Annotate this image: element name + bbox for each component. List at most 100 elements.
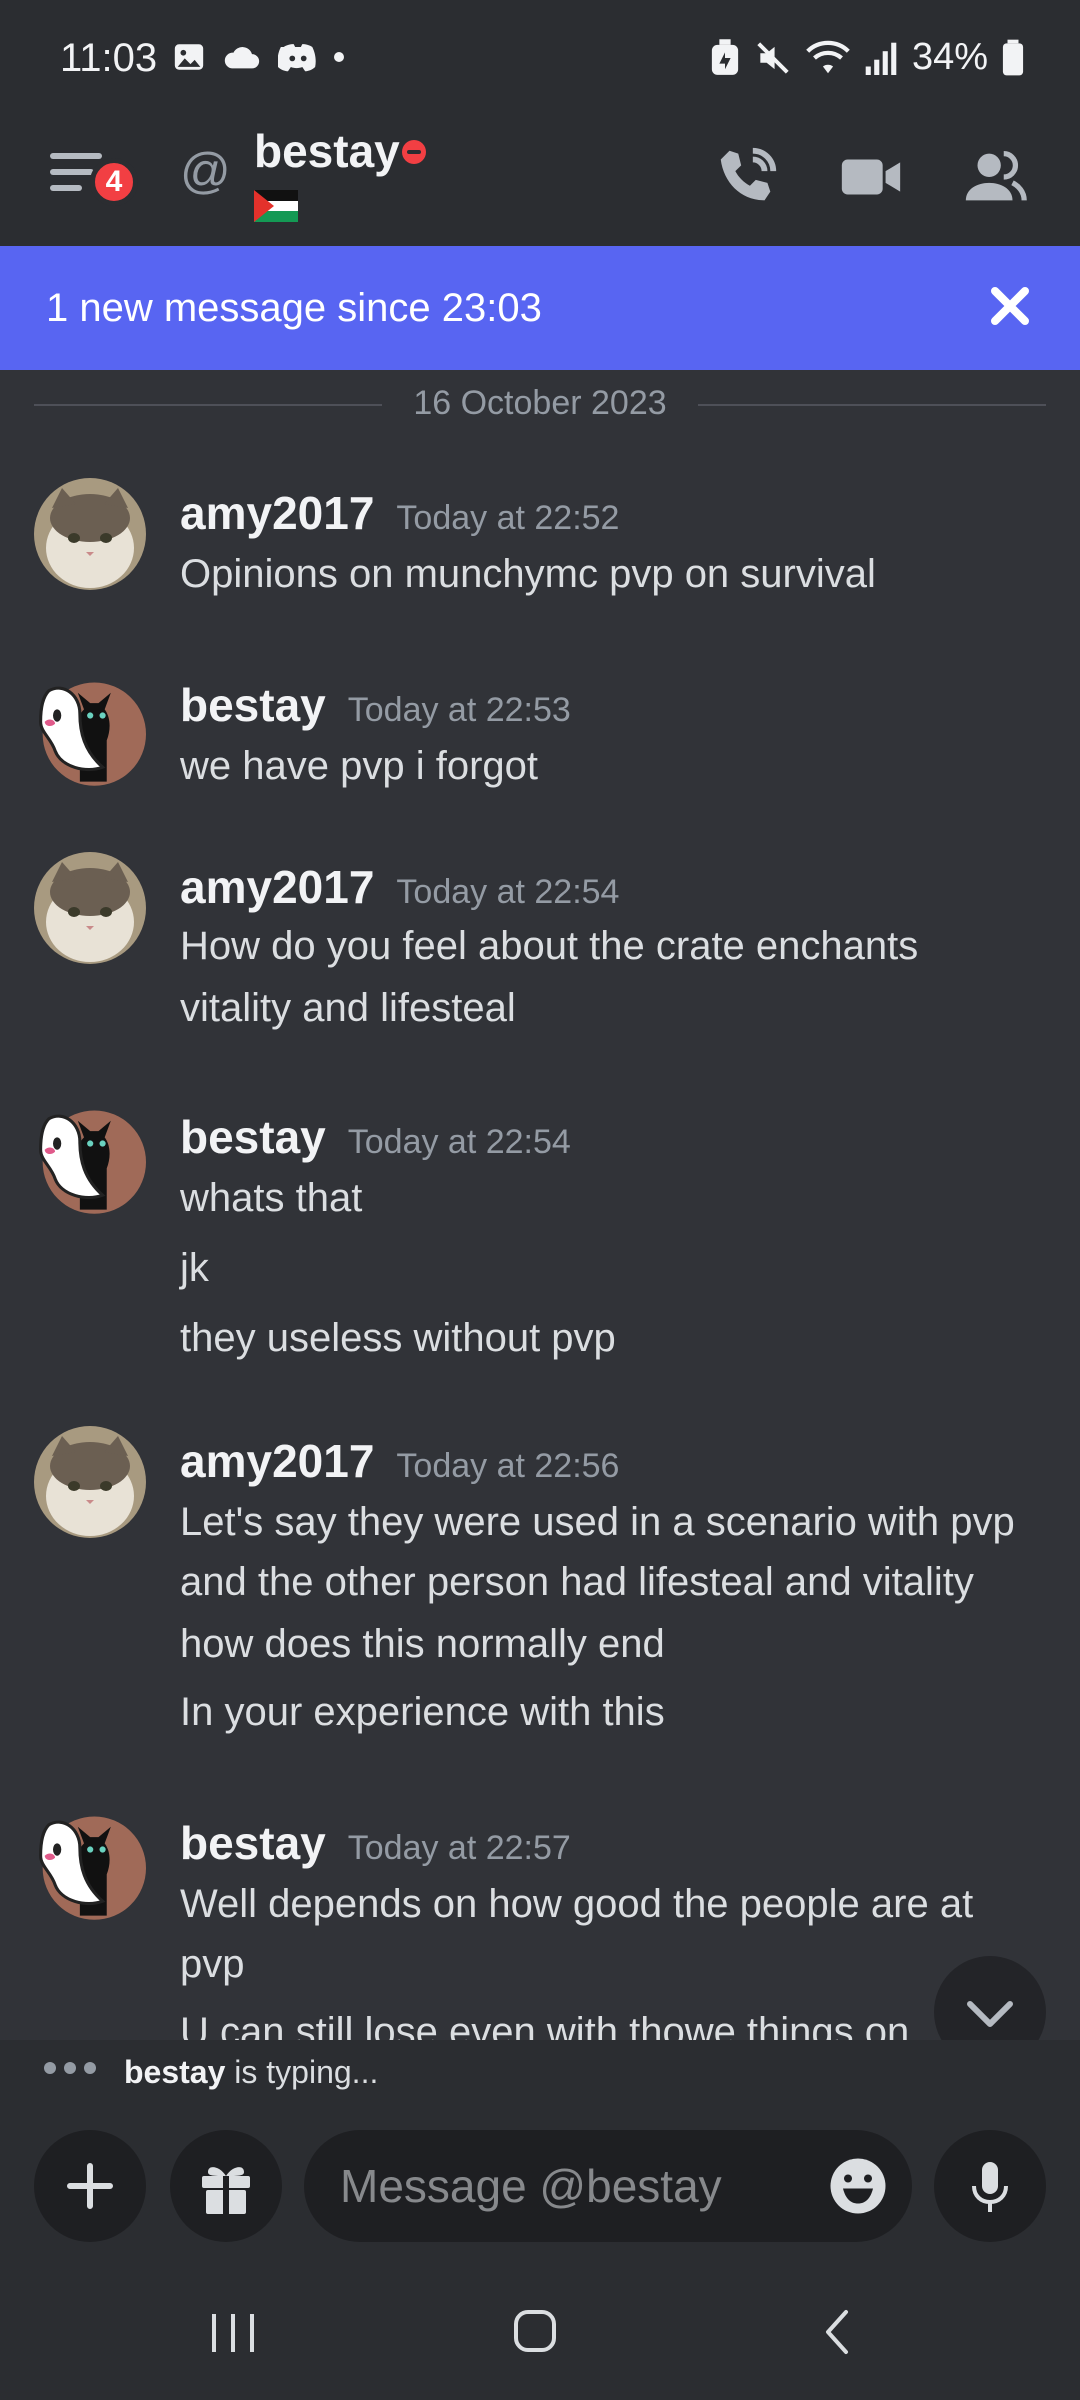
ghost-cat-avatar-image <box>22 1802 146 1926</box>
message-author[interactable]: amy2017 Today at 22:56 <box>180 1434 619 1488</box>
message-timestamp: Today at 22:52 <box>396 499 620 537</box>
author-name[interactable]: bestay <box>180 679 326 731</box>
battery-percent: 34% <box>911 36 988 78</box>
new-messages-banner[interactable]: 1 new message since 23:03 <box>0 246 1080 370</box>
gift-icon <box>202 2167 250 2214</box>
avatar[interactable] <box>22 668 146 792</box>
cat-avatar-image <box>34 478 146 590</box>
message-timestamp: Today at 22:53 <box>347 691 571 729</box>
message-author[interactable]: bestay Today at 22:54 <box>180 1110 571 1164</box>
message-group[interactable]: bestay Today at 22:57 Well depends on how… <box>0 1802 1080 2040</box>
message-composer <box>0 2106 1080 2266</box>
author-name[interactable]: bestay <box>180 1111 326 1163</box>
home-icon <box>514 2310 556 2352</box>
home-button[interactable] <box>500 2302 570 2362</box>
voice-call-button[interactable] <box>712 142 782 212</box>
wifi-icon <box>806 40 850 73</box>
author-name[interactable]: bestay <box>180 1817 326 1869</box>
gallery-icon <box>174 44 204 70</box>
message-text: In your experience with this <box>180 1690 665 1734</box>
message-text: vitality and lifesteal <box>180 986 516 1030</box>
back-icon <box>826 2310 848 2354</box>
cloud-icon <box>224 47 260 69</box>
gift-button[interactable] <box>170 2130 282 2242</box>
message-text: and the other person had lifesteal and v… <box>180 1560 974 1604</box>
smiley-icon <box>830 2158 886 2214</box>
palestine-flag-icon <box>254 190 298 222</box>
members-icon <box>965 151 1027 201</box>
typing-text: bestay is typing... <box>124 2054 378 2091</box>
banner-close-button[interactable] <box>980 276 1040 336</box>
message-text: Well depends on how good the people are … <box>180 1882 974 1926</box>
message-field[interactable] <box>304 2130 912 2242</box>
more-notifications-dot-icon <box>334 52 344 62</box>
cat-avatar-image <box>34 1426 146 1538</box>
message-text: Let's say they were used in a scenario w… <box>180 1500 1015 1544</box>
message-text: Opinions on munchymc pvp on survival <box>180 552 876 596</box>
status-notification-icons <box>172 40 344 74</box>
message-timestamp: Today at 22:57 <box>347 1829 571 1867</box>
video-camera-icon <box>841 159 901 195</box>
typing-user: bestay <box>124 2054 226 2090</box>
typing-indicator: bestay is typing... <box>0 2040 1080 2106</box>
avatar[interactable] <box>34 852 146 964</box>
message-timestamp: Today at 22:56 <box>396 1447 620 1485</box>
battery-saver-icon <box>711 38 739 75</box>
message-text: How do you feel about the crate enchants <box>180 924 919 968</box>
message-author[interactable]: amy2017 Today at 22:54 <box>180 860 619 914</box>
attach-button[interactable] <box>34 2130 146 2242</box>
message-text: jk <box>180 1246 209 1290</box>
message-author[interactable]: bestay Today at 22:53 <box>180 678 571 732</box>
discord-icon <box>278 44 316 72</box>
voice-message-button[interactable] <box>934 2130 1046 2242</box>
message-author[interactable]: amy2017 Today at 22:52 <box>180 486 619 540</box>
message-text: pvp <box>180 1942 245 1986</box>
avatar[interactable] <box>22 1802 146 1926</box>
status-system-icons: 34% <box>710 36 1024 79</box>
message-text: they useless without pvp <box>180 1316 616 1360</box>
mute-icon <box>757 41 789 74</box>
date-divider: 16 October 2023 <box>34 384 1046 424</box>
avatar[interactable] <box>34 478 146 590</box>
message-timestamp: Today at 22:54 <box>396 873 620 911</box>
message-input[interactable] <box>340 2156 780 2216</box>
typing-suffix: is typing... <box>225 2054 379 2090</box>
ghost-cat-avatar-image <box>22 668 146 792</box>
dm-header: 4 @ bestay <box>0 118 1080 246</box>
back-button[interactable] <box>804 2302 874 2362</box>
message-text: how does this normally end <box>180 1622 665 1666</box>
members-button[interactable] <box>960 142 1030 212</box>
notification-badge: 4 <box>90 158 138 206</box>
dm-username[interactable]: bestay <box>254 124 400 178</box>
avatar[interactable] <box>22 1096 146 1220</box>
status-bar: 11:03 34% <box>0 0 1080 118</box>
recent-apps-button[interactable] <box>198 2302 268 2362</box>
system-navigation-bar <box>0 2266 1080 2400</box>
plus-icon <box>67 2163 113 2209</box>
cat-avatar-image <box>34 852 146 964</box>
author-name[interactable]: amy2017 <box>180 1435 374 1487</box>
divider-line-right <box>698 404 1046 406</box>
author-name[interactable]: amy2017 <box>180 487 374 539</box>
recent-apps-icon <box>212 2314 254 2352</box>
close-icon <box>991 287 1029 325</box>
message-timestamp: Today at 22:54 <box>347 1123 571 1161</box>
message-author[interactable]: bestay Today at 22:57 <box>180 1816 571 1870</box>
emoji-button[interactable] <box>828 2156 888 2216</box>
new-messages-text: 1 new message since 23:03 <box>46 286 542 330</box>
phone-call-icon <box>720 147 777 201</box>
ghost-cat-avatar-image <box>22 1096 146 1220</box>
video-call-button[interactable] <box>836 142 906 212</box>
battery-icon <box>1002 39 1024 75</box>
avatar[interactable] <box>34 1426 146 1538</box>
microphone-icon <box>972 2162 1008 2212</box>
message-text: U can still lose even with thowe things … <box>180 2010 910 2040</box>
status-time: 11:03 <box>60 36 158 80</box>
message-text: whats that <box>180 1176 363 1220</box>
author-name[interactable]: amy2017 <box>180 861 374 913</box>
at-icon: @ <box>180 143 231 199</box>
do-not-disturb-status-icon <box>402 140 426 164</box>
signal-icon <box>865 42 897 75</box>
message-text: we have pvp i forgot <box>180 744 538 788</box>
typing-dots-icon <box>44 2062 96 2074</box>
